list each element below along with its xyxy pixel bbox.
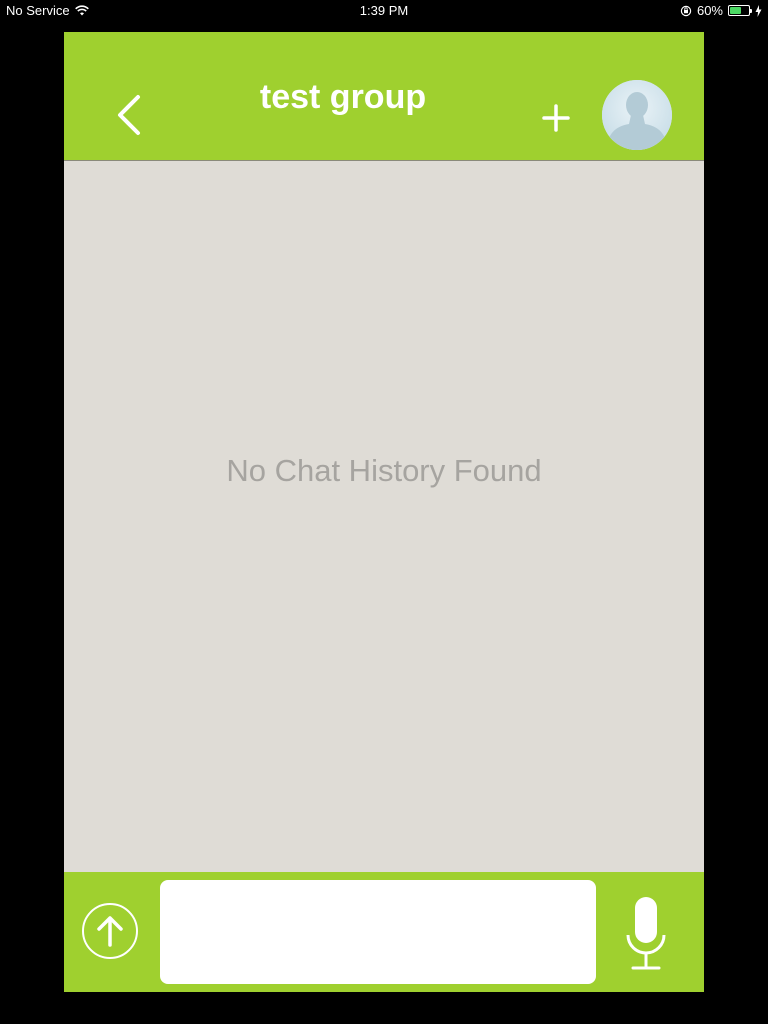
message-input[interactable] — [160, 880, 596, 984]
microphone-button[interactable] — [624, 897, 668, 971]
chat-screen: test group No Chat History Found — [64, 32, 704, 992]
status-bar: No Service 1:39 PM 60% — [0, 0, 768, 22]
microphone-icon — [626, 897, 666, 970]
battery-percent: 60% — [696, 3, 723, 18]
add-member-button[interactable] — [538, 100, 574, 136]
chat-header: test group — [64, 32, 704, 161]
battery-icon — [728, 5, 752, 16]
arrow-up-circle-icon — [97, 916, 123, 947]
status-right: 60% — [680, 3, 762, 18]
charging-icon — [755, 4, 762, 17]
upload-button[interactable] — [82, 903, 138, 959]
battery-level-fill — [730, 7, 741, 14]
orientation-lock-icon — [680, 5, 692, 16]
person-silhouette-icon — [602, 80, 672, 150]
plus-icon — [542, 104, 570, 132]
status-time: 1:39 PM — [359, 3, 409, 18]
empty-state-message: No Chat History Found — [226, 453, 542, 488]
group-avatar[interactable] — [602, 80, 672, 150]
chat-history[interactable]: No Chat History Found — [64, 162, 704, 872]
message-composer — [64, 872, 704, 992]
